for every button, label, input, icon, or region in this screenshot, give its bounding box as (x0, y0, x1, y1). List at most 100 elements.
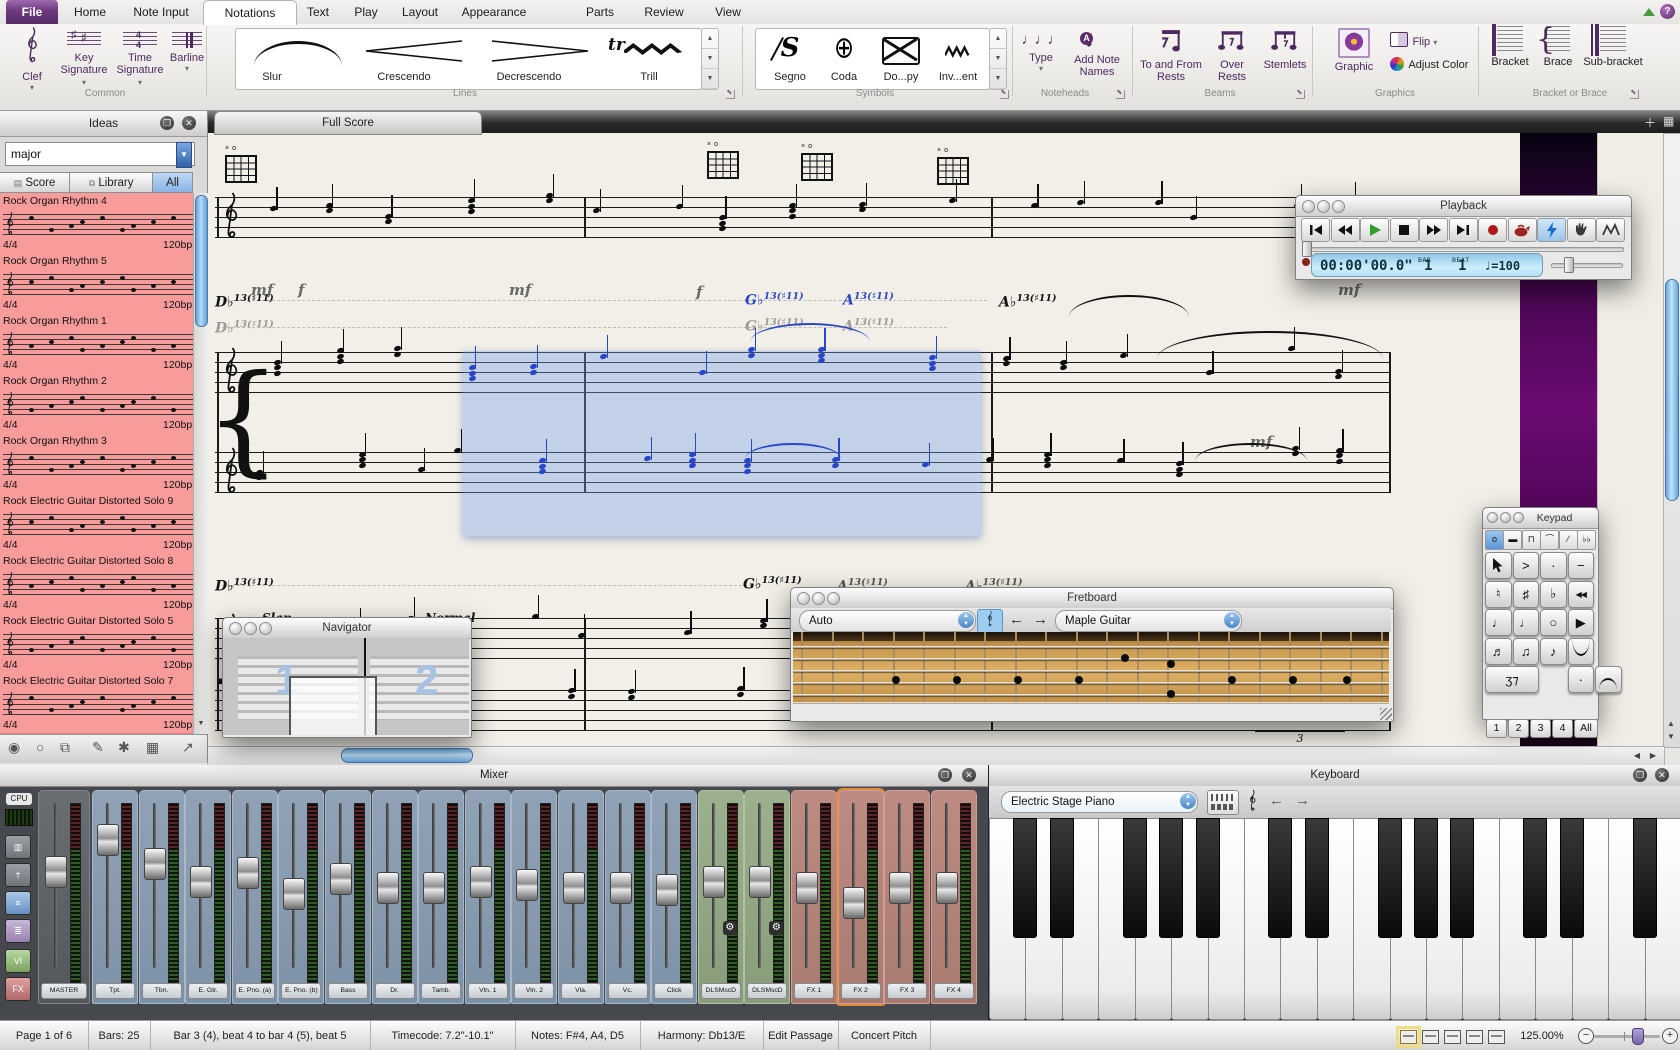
mixer-strip-bass-5[interactable]: Bass (325, 790, 371, 1004)
window-zoom-icon[interactable] (259, 622, 272, 635)
fretboard-titlebar[interactable]: Fretboard (791, 588, 1393, 609)
channel-fader[interactable] (703, 866, 725, 898)
keypad-key-natural[interactable]: ♮ (1485, 581, 1512, 608)
piano-black-key-15[interactable] (1560, 818, 1584, 938)
symbols-launcher[interactable] (1000, 90, 1009, 99)
next-icon[interactable]: → (1295, 792, 1310, 809)
guitar-string[interactable] (793, 702, 1389, 704)
mixer-detach-icon[interactable]: ❐ (938, 768, 952, 782)
scroll-down-icon[interactable]: ▼ (1664, 732, 1678, 741)
view-pages-vertical-icon[interactable] (1422, 1030, 1439, 1044)
live-playback-button[interactable] (1537, 218, 1566, 242)
score-vscrollbar[interactable]: ▲ ▼ (1663, 133, 1680, 748)
new-tab-icon[interactable]: ＋ (1644, 114, 1656, 131)
capture-idea-icon[interactable]: ◉ (8, 739, 20, 756)
rewind-button[interactable] (1331, 218, 1360, 242)
keypad-key-half-note[interactable]: ♩ (1513, 609, 1540, 636)
view-single-pages-icon[interactable] (1466, 1030, 1483, 1044)
piano-black-key-17[interactable] (1633, 818, 1657, 938)
gallery-up-icon[interactable]: ▲ (702, 29, 718, 49)
bracket-or-brace-launcher[interactable] (1630, 90, 1639, 99)
guitar-string[interactable] (793, 658, 1389, 660)
idea-item-rock-organ-rhythm-1[interactable]: Rock Organ Rhythm 14/4120bpm (0, 313, 193, 374)
fretboard-instrument-select[interactable]: Maple Guitar▲▼ (1055, 610, 1242, 632)
channel-fader[interactable] (377, 872, 399, 904)
mixer-strip-tbn-1[interactable]: Tbn. (139, 790, 185, 1004)
fretboard-window[interactable]: Fretboard Auto▲▼ ← → Maple Guitar▲▼ (790, 587, 1394, 722)
keypad-key-eighth-note[interactable]: ♪ (1540, 638, 1567, 665)
channel-fader[interactable] (843, 887, 865, 919)
idea-item-rock-electric-guitar-distorted-solo-9[interactable]: Rock Electric Guitar Distorted Solo 94/4… (0, 493, 193, 554)
channel-fader[interactable] (936, 872, 958, 904)
piano-black-key-12[interactable] (1450, 818, 1474, 938)
ideas-tab-all[interactable]: All (153, 172, 193, 193)
keypad-key-whole-note[interactable]: ○ (1540, 609, 1567, 636)
to-and-from-rests-button[interactable]: To and From Rests (1138, 26, 1204, 83)
mixer-strip-tpt-0[interactable]: Tpt. (92, 790, 138, 1004)
window-minimize-icon[interactable] (1500, 512, 1511, 523)
keypad-tab-articulations[interactable]: ⌒ (1540, 530, 1559, 550)
window-minimize-icon[interactable] (1317, 200, 1330, 213)
ribbon-tab-appearance[interactable]: Appearance (452, 0, 536, 24)
window-close-icon[interactable] (229, 622, 242, 635)
flip-button[interactable]: Flip ▾ (1390, 30, 1474, 50)
delete-idea-icon[interactable]: ▦ (146, 739, 159, 756)
view-pages-horizontal-icon[interactable] (1400, 1030, 1417, 1044)
brace-button[interactable]: { Brace (1536, 26, 1580, 68)
sub-bracket-button[interactable]: Sub-bracket (1582, 26, 1644, 68)
keypad-key-cursor[interactable] (1485, 552, 1512, 579)
keypad-tab-accidentals[interactable]: ♭♭ (1577, 530, 1596, 550)
fretboard-position-select[interactable]: Auto▲▼ (799, 610, 976, 632)
keypad-key-dot[interactable]: · (1568, 666, 1595, 693)
previous-chord-icon[interactable]: ← (1009, 611, 1024, 628)
window-zoom-icon[interactable] (827, 592, 840, 605)
mixer-groups-list-icon-button[interactable]: ≣ (5, 919, 31, 943)
edit-idea-icon[interactable]: ✎ (92, 739, 104, 756)
new-idea-icon[interactable]: ○ (36, 739, 44, 755)
keyboard-close-icon[interactable]: ✕ (1655, 768, 1669, 782)
channel-fader[interactable] (423, 872, 445, 904)
ribbon-tab-text[interactable]: Text (296, 0, 340, 24)
channel-fader[interactable] (283, 878, 305, 910)
score-hscrollbar[interactable]: ◀ ▶ (207, 746, 1665, 766)
mixer-fader-icon-button[interactable]: † (5, 863, 31, 887)
guitar-string[interactable] (793, 646, 1389, 648)
mixer-strip-vc-11[interactable]: Vc. (605, 790, 651, 1004)
tempo-slider-thumb[interactable] (1564, 257, 1574, 273)
previous-icon[interactable]: ← (1269, 792, 1284, 809)
gallery-up-icon[interactable]: ▲ (990, 29, 1006, 49)
copy-idea-icon[interactable]: ⧉ (60, 739, 70, 756)
barline-button[interactable]: Barline ▾ (168, 26, 206, 73)
slur-item[interactable]: Slur (246, 33, 351, 85)
ribbon-tab-layout[interactable]: Layout (392, 0, 448, 24)
mixer-strip-tamb-7[interactable]: Tamb. (418, 790, 464, 1004)
keypad-key-sixteenth-note[interactable]: ♬ (1485, 638, 1512, 665)
keypad-tab-beams-tremolos[interactable]: ⊓ (1522, 530, 1541, 550)
keypad-voice-3[interactable]: 3 (1530, 719, 1551, 738)
ideas-scroll-down-icon[interactable]: ▼ (195, 717, 207, 731)
ideas-search-dropdown-icon[interactable]: ▼ (176, 142, 192, 168)
navigator-view-rect[interactable] (289, 676, 377, 735)
playback-position-thumb[interactable] (1302, 241, 1312, 257)
keypad-key-sharp[interactable]: ♯ (1513, 581, 1540, 608)
piano-black-key-7[interactable] (1268, 818, 1292, 938)
chord-diagram-toggle[interactable] (977, 609, 1003, 633)
tab-list-icon[interactable]: ▦ (1663, 114, 1674, 128)
playback-position-slider[interactable] (1304, 247, 1624, 252)
keypad-voice-4[interactable]: 4 (1552, 719, 1573, 738)
channel-fader[interactable] (656, 874, 678, 906)
ribbon-tab-note-input[interactable]: Note Input (124, 0, 198, 24)
channel-fader[interactable] (796, 872, 818, 904)
next-chord-icon[interactable]: → (1033, 611, 1048, 628)
window-minimize-icon[interactable] (244, 622, 257, 635)
playback-titlebar[interactable]: Playback (1296, 196, 1631, 217)
crescendo-item[interactable]: Crescendo (356, 33, 476, 85)
edit-idea-info-icon[interactable]: ✱ (118, 739, 130, 756)
channel-fader[interactable] (330, 863, 352, 895)
piano-black-key-1[interactable] (1050, 818, 1074, 938)
window-close-icon[interactable] (797, 592, 810, 605)
window-close-icon[interactable] (1487, 512, 1498, 523)
window-minimize-icon[interactable] (812, 592, 825, 605)
gallery-expand-icon[interactable]: ▼ (702, 69, 718, 89)
record-button[interactable] (1478, 218, 1507, 242)
